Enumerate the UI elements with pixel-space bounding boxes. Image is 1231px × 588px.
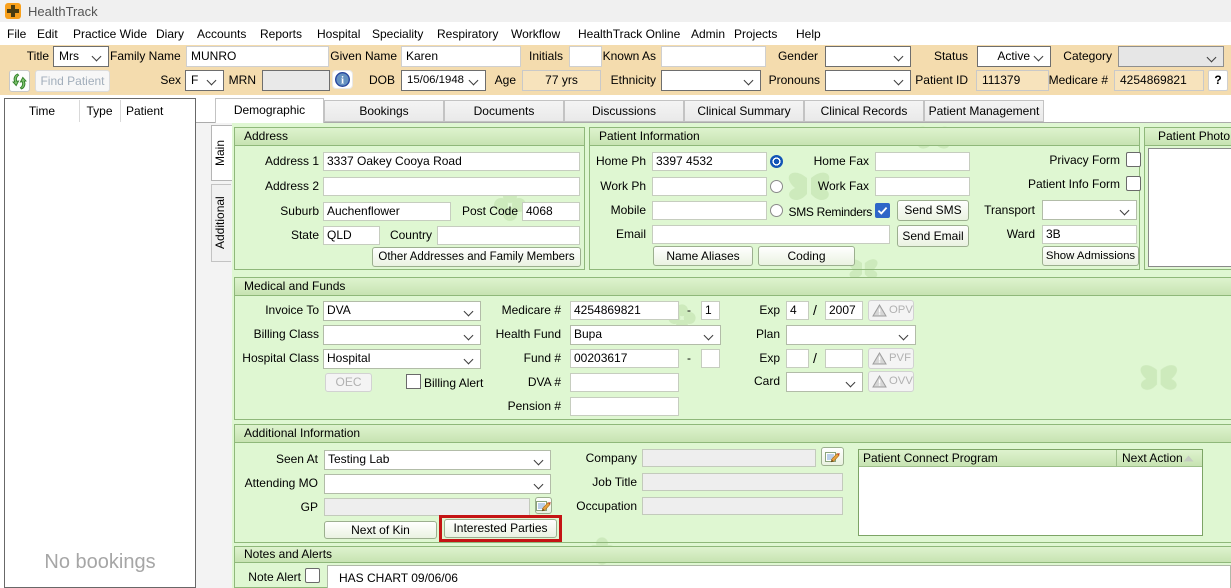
svg-text:i: i [341,74,344,86]
